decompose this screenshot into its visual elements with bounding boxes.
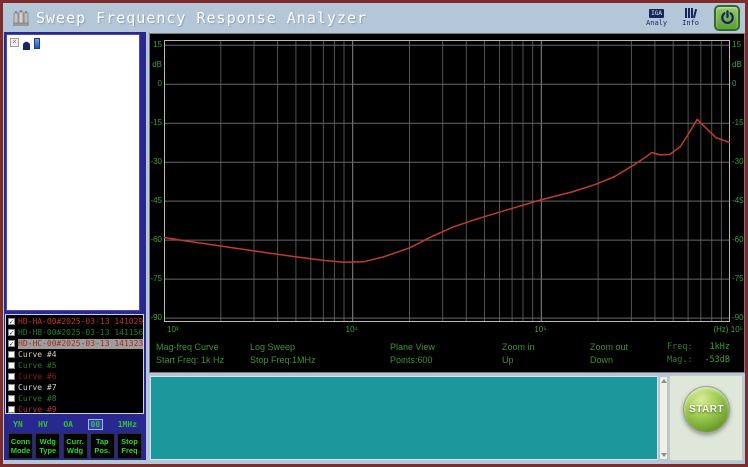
info-icon (685, 8, 698, 19)
points-600-button[interactable]: Points:600 (390, 355, 433, 365)
log-sweep-button[interactable]: Log Sweep (250, 342, 295, 352)
mag-readout-label: Mag.: (667, 355, 693, 365)
curve-list-item[interactable]: Curve #7 (6, 382, 143, 393)
power-button[interactable] (714, 4, 740, 31)
curve-label: Curve #5 (18, 360, 57, 370)
y-tick-label: 0 (157, 79, 162, 89)
settings-status-row: YN HV OA 00 1MHz (5, 419, 145, 430)
tree-device-icon[interactable] (22, 38, 31, 56)
console-scrollbar[interactable] (659, 376, 668, 460)
start-button[interactable]: START (683, 386, 730, 433)
sidebar: × ✓ HD-HA-00#2025-03-13 141029 ✓ HD-HB-00#2… (4, 32, 146, 460)
y-tick-label: -90 (150, 313, 162, 323)
analyze-button[interactable]: IGA Analy (646, 8, 668, 27)
y-tick-label: -60 (150, 235, 162, 245)
x-tick-label: (Hz) 10⁶ (713, 325, 743, 334)
mag-freq-curve-button[interactable]: Mag-freq Curve (156, 342, 219, 352)
tap-pos-button[interactable]: Tap Pos. (89, 433, 115, 459)
y-tick-label: 0 (732, 79, 737, 89)
y-tick-label: -60 (732, 235, 744, 245)
curve-checkbox[interactable] (8, 384, 15, 391)
curve-checkbox[interactable] (8, 406, 15, 413)
frequency-response-plot[interactable] (164, 40, 730, 322)
curve-label: Curve #8 (18, 393, 57, 403)
curve-checkbox[interactable]: ✓ (8, 318, 15, 326)
tree-collapse-icon[interactable]: × (10, 38, 19, 47)
curve-list-item[interactable]: ✓ HD-HA-00#2025-03-13 141029 (6, 316, 143, 327)
curve-list: ✓ HD-HA-00#2025-03-13 141029 ✓ HD-HB-00#202… (5, 314, 144, 414)
plane-view-button[interactable]: Plane View (390, 342, 435, 352)
app-window: Sweep Frequency Response Analyzer IGA An… (0, 0, 748, 467)
start-freq-1k-hz-button[interactable]: Start Freq: 1k Hz (156, 355, 224, 365)
curve-label: Curve #6 (18, 371, 57, 381)
y-tick-label: -75 (150, 274, 162, 284)
freq-readout-label: Freq: (667, 342, 693, 352)
curr-wdg-button[interactable]: Curr. Wdg (62, 433, 88, 459)
start-panel: START (669, 375, 743, 461)
analyze-icon: IGA (649, 8, 665, 18)
tree-node-icon[interactable] (34, 38, 40, 49)
curve-list-item[interactable]: Curve #9 (6, 404, 143, 414)
analyze-label: Analy (646, 18, 668, 27)
settings-button-row: Conn Mode Wdg Type Curr. Wdg Tap Pos. Stop Fr… (5, 433, 145, 459)
stop-freq-1mhz-button[interactable]: Stop Freq:1MHz (250, 355, 316, 365)
curr-wdg-value: OA (63, 420, 73, 429)
power-icon (720, 10, 734, 24)
down-button[interactable]: Down (590, 355, 613, 365)
y-tick-label: -30 (150, 157, 162, 167)
y-tick-label: -30 (732, 157, 744, 167)
x-tick-label: 10⁵ (534, 325, 547, 334)
curve-label: HD-HC-00#2025-03-13 141323 (18, 338, 144, 349)
y-tick-label: -75 (732, 274, 744, 284)
stop-freq-button[interactable]: Stop Freq (117, 433, 142, 459)
y-tick-label: 15 (732, 40, 741, 50)
curve-list-item[interactable]: Curve #6 (6, 371, 143, 382)
info-label: Info (682, 19, 699, 27)
curve-checkbox[interactable]: ✓ (8, 340, 15, 348)
conn-mode-value: YN (13, 420, 23, 429)
curve-label: Curve #4 (18, 349, 57, 359)
curve-checkbox[interactable] (8, 351, 15, 358)
y-tick-label: -45 (150, 196, 162, 206)
zoom-out-button[interactable]: Zoom out (590, 342, 628, 352)
y-tick-label: -45 (732, 196, 744, 206)
y-tick-label: -15 (150, 118, 162, 128)
window-title: Sweep Frequency Response Analyzer (36, 8, 368, 27)
curve-checkbox[interactable] (8, 362, 15, 369)
curve-list-item[interactable]: Curve #5 (6, 360, 143, 371)
device-tree-panel[interactable]: × (6, 34, 140, 311)
info-button[interactable]: Info (682, 8, 699, 27)
y-tick-label: 15 (153, 40, 162, 50)
conn-mode-button[interactable]: Conn Mode (8, 433, 33, 459)
wdg-type-value: HV (38, 420, 48, 429)
curve-label: Curve #7 (18, 382, 57, 392)
freq-readout-value: 1kHz (709, 342, 730, 352)
stop-freq-value: 1MHz (117, 420, 137, 429)
x-tick-label: 10⁴ (345, 325, 358, 334)
wdg-type-button[interactable]: Wdg Type (35, 433, 61, 459)
curve-checkbox[interactable]: ✓ (8, 329, 15, 337)
console-area (150, 376, 658, 460)
curve-list-item[interactable]: Curve #4 (6, 349, 143, 360)
title-bar: Sweep Frequency Response Analyzer IGA An… (3, 3, 745, 32)
tap-pos-value: 00 (87, 419, 104, 430)
y-tick-label: -90 (732, 313, 744, 323)
chart-panel: 15 0 -15 -30 -45 -60 -75 -90 dB 15 0 -15 -30 -45 -60 -… (149, 33, 745, 373)
app-logo-icon (12, 9, 30, 27)
curve-label: HD-HB-00#2025-03-13 141156 (18, 327, 144, 337)
up-button[interactable]: Up (502, 355, 514, 365)
zoom-in-button[interactable]: Zoom in (502, 342, 535, 352)
curve-checkbox[interactable] (8, 395, 15, 402)
curve-list-item[interactable]: ✓ HD-HB-00#2025-03-13 141156 (6, 327, 143, 338)
curve-checkbox[interactable] (8, 373, 15, 380)
curve-label: HD-HA-00#2025-03-13 141029 (18, 316, 144, 326)
y-axis-unit-label: dB (152, 59, 162, 69)
y-tick-label: -15 (732, 118, 744, 128)
curve-list-item[interactable]: Curve #8 (6, 393, 143, 404)
x-tick-label: 10³ (167, 325, 179, 334)
curve-label: Curve #9 (18, 404, 57, 414)
mag-readout-value: -53dB (704, 355, 730, 365)
curve-list-item[interactable]: ✓ HD-HC-00#2025-03-13 141323 (6, 338, 143, 349)
y-axis-unit-label: dB (732, 59, 742, 69)
